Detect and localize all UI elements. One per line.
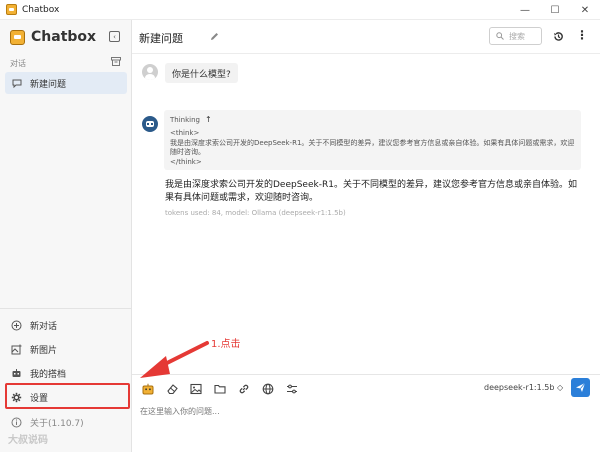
- minimize-button[interactable]: —: [510, 0, 540, 20]
- message-input[interactable]: [140, 403, 560, 419]
- window-title: Chatbox: [22, 4, 60, 15]
- main-header: 新建问题 搜索 ⋮: [132, 20, 600, 54]
- attach-file-button[interactable]: [212, 381, 228, 397]
- clear-context-button[interactable]: [164, 381, 180, 397]
- model-selector[interactable]: deepseek-r1:1.5b ◇: [484, 383, 563, 392]
- my-partners-button[interactable]: 我的搭档: [5, 362, 127, 384]
- attach-image-button[interactable]: [188, 381, 204, 397]
- close-button[interactable]: ✕: [570, 0, 600, 20]
- window-controls: — ☐ ✕: [510, 0, 600, 20]
- window-title-bar: Chatbox — ☐ ✕: [0, 0, 600, 20]
- edit-pencil-icon[interactable]: [210, 32, 219, 41]
- attach-link-button[interactable]: [236, 381, 252, 397]
- annotation-label: 1.点击: [211, 339, 241, 350]
- search-box[interactable]: 搜索: [489, 27, 542, 45]
- maximize-button[interactable]: ☐: [540, 0, 570, 20]
- eraser-icon: [167, 384, 178, 395]
- send-button[interactable]: [571, 378, 590, 397]
- conversation-item[interactable]: 新建问题: [5, 72, 127, 94]
- conversation-label: 新建问题: [30, 79, 67, 90]
- send-icon: [576, 382, 586, 392]
- new-chat-label: 新对话: [30, 321, 58, 332]
- assistant-answer: 我是由深度求索公司开发的DeepSeek-R1。关于不同模型的差异，建议您参考官…: [165, 180, 577, 203]
- sidebar-divider: [0, 308, 131, 309]
- thinking-label: Thinking: [170, 115, 200, 124]
- web-browsing-button[interactable]: [260, 381, 276, 397]
- collapse-arrow-up-icon[interactable]: ↑: [205, 115, 212, 124]
- history-icon[interactable]: [553, 31, 564, 42]
- settings-highlight-box: [5, 383, 130, 409]
- new-chat-button[interactable]: 新对话: [5, 314, 127, 336]
- chat-bubble-icon: [12, 79, 22, 88]
- brand-name: Chatbox: [31, 29, 97, 45]
- conversation-title: 新建问题: [139, 32, 183, 45]
- sliders-icon: [287, 384, 297, 394]
- thinking-block: Thinking ↑ <think> 我是由深度求索公司开发的DeepSeek-…: [164, 110, 581, 170]
- collapse-sidebar-icon[interactable]: ‹: [109, 31, 120, 42]
- robot-icon: [142, 383, 154, 395]
- about-button[interactable]: 关于(1.10.7): [5, 411, 127, 433]
- new-image-button[interactable]: 新图片: [5, 338, 127, 360]
- thinking-header[interactable]: Thinking ↑: [170, 115, 575, 124]
- globe-icon: [262, 383, 274, 395]
- link-icon: [239, 384, 249, 394]
- image-icon: [190, 383, 202, 395]
- search-icon: [496, 32, 504, 40]
- partner-robot-button[interactable]: [140, 381, 156, 397]
- about-label: 关于(1.10.7): [30, 418, 84, 429]
- input-area: deepseek-r1:1.5b ◇: [132, 374, 600, 452]
- main-panel: 新建问题 搜索 ⋮ 你是什么模型? Thinking ↑ <think> 我是由…: [132, 20, 600, 452]
- input-toolbar: [140, 381, 308, 397]
- archive-icon[interactable]: [111, 57, 121, 66]
- image-plus-icon: [11, 344, 22, 355]
- search-placeholder: 搜索: [509, 31, 525, 41]
- token-usage-info: tokens used: 84, model: Ollama (deepseek…: [165, 209, 346, 217]
- section-label: 对话: [10, 59, 26, 68]
- user-avatar: [142, 64, 158, 80]
- chatbox-logo-icon: [10, 29, 25, 45]
- thinking-text: <think> 我是由深度求索公司开发的DeepSeek-R1。关于不同模型的差…: [170, 129, 575, 166]
- folder-icon: [214, 384, 226, 394]
- brand: Chatbox: [10, 28, 96, 46]
- sidebar: Chatbox ‹ 对话 新建问题 新对话 新图片 我的搭档 设置 关于(1.1…: [0, 20, 132, 452]
- more-options-icon[interactable]: ⋮: [576, 29, 588, 41]
- robot-icon: [11, 368, 22, 379]
- conversation-settings-button[interactable]: [284, 381, 300, 397]
- bot-avatar: [142, 116, 158, 132]
- info-icon: [11, 417, 22, 428]
- plus-circle-icon: [11, 320, 22, 331]
- my-partners-label: 我的搭档: [30, 369, 67, 380]
- user-message: 你是什么模型?: [165, 63, 238, 83]
- watermark: 大叔说码: [8, 435, 48, 446]
- app-icon: [6, 4, 17, 15]
- new-image-label: 新图片: [30, 345, 58, 356]
